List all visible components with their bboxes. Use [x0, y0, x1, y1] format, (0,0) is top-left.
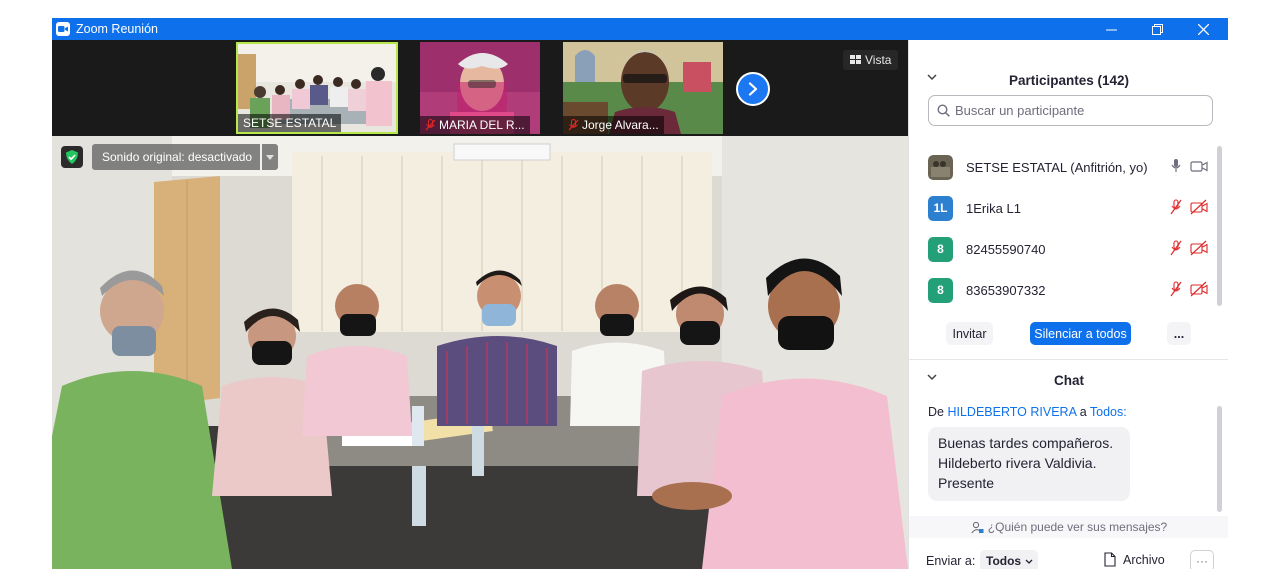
chat-more-button[interactable]: ··· — [1190, 550, 1214, 569]
send-to-dropdown[interactable]: Todos — [980, 550, 1038, 569]
muted-mic-icon[interactable] — [1169, 199, 1183, 215]
chat-title: Chat — [1054, 372, 1084, 388]
who-can-see-messages[interactable]: ¿Quién puede ver sus mensajes? — [909, 516, 1228, 538]
grid-view-icon — [850, 55, 861, 64]
avatar: 8 — [928, 277, 953, 303]
send-to-label: Enviar a: — [926, 554, 976, 568]
participants-title: Participantes (142) — [1008, 72, 1130, 88]
participant-row[interactable]: 8 82455590740 — [928, 236, 1208, 262]
search-placeholder: Buscar un participante — [955, 103, 1085, 118]
chat-message-line: Buenas tardes compañeros. — [938, 435, 1114, 451]
file-icon — [1104, 552, 1116, 567]
participant-name-text: Jorge Alvara... — [582, 118, 659, 132]
meeting-room-video-image — [52, 136, 908, 569]
avatar: 1L — [928, 195, 953, 221]
search-icon — [937, 104, 950, 117]
close-icon[interactable] — [1180, 18, 1226, 40]
participant-controls — [1169, 199, 1208, 215]
muted-mic-icon[interactable] — [1169, 240, 1183, 256]
file-button[interactable]: Archivo — [1104, 552, 1165, 567]
participant-search-input[interactable]: Buscar un participante — [928, 95, 1213, 126]
microphone-icon[interactable] — [1169, 158, 1183, 174]
minimize-icon[interactable] — [1088, 18, 1134, 40]
participant-row[interactable]: 8 83653907332 — [928, 277, 1208, 303]
participant-name: 83653907332 — [966, 282, 1046, 298]
thumbnail-strip: SETSE ESTATAL MARIA DEL R... Jorge Alvar… — [52, 40, 908, 136]
view-button[interactable]: Vista — [843, 50, 899, 70]
view-button-label: Vista — [865, 53, 892, 67]
chat-recipient: Todos: — [1089, 405, 1127, 419]
muted-mic-icon[interactable] — [1169, 281, 1183, 297]
thumbnail-name-label: SETSE ESTATAL — [238, 114, 342, 132]
participant-controls — [1169, 158, 1208, 174]
participant-name: 82455590740 — [966, 241, 1046, 257]
video-off-icon[interactable] — [1190, 240, 1208, 256]
chat-scrollbar[interactable] — [1217, 406, 1222, 512]
chevron-down-icon — [927, 374, 937, 381]
muted-mic-icon — [425, 119, 436, 131]
participant-name: SETSE ESTATAL (Anfitrión, yo) — [966, 159, 1148, 175]
thumbnail-name-label: Jorge Alvara... — [563, 116, 664, 134]
participant-controls — [1169, 281, 1208, 297]
title-bar: Zoom Reunión — [52, 18, 1228, 40]
thumbnail-maria[interactable]: MARIA DEL R... — [420, 42, 540, 134]
muted-mic-icon — [568, 119, 579, 131]
participant-name: 1Erika L1 — [966, 200, 1021, 216]
original-sound-label: Sonido original: desactivado — [102, 150, 253, 164]
avatar — [928, 154, 953, 180]
next-page-button[interactable] — [736, 72, 770, 106]
thumbnail-jorge[interactable]: Jorge Alvara... — [563, 42, 723, 134]
avatar: 8 — [928, 236, 953, 262]
original-sound-dropdown[interactable] — [262, 144, 278, 170]
caret-down-icon — [266, 154, 274, 160]
chat-message-meta: De HILDEBERTO RIVERA a Todos: — [928, 405, 1127, 419]
chevron-down-icon — [927, 74, 937, 81]
chat-to-word: a — [1079, 405, 1087, 419]
thumbnail-setse-estatal[interactable]: SETSE ESTATAL — [236, 42, 398, 134]
send-to-value: Todos — [986, 554, 1022, 568]
window-title: Zoom Reunión — [76, 22, 158, 36]
chat-sender-name[interactable]: HILDEBERTO RIVERA — [947, 405, 1076, 419]
chevron-down-icon — [1025, 559, 1033, 564]
person-lock-icon — [971, 521, 984, 533]
who-can-see-label: ¿Quién puede ver sus mensajes? — [987, 520, 1168, 534]
chat-header[interactable]: Chat — [909, 360, 1228, 400]
video-off-icon[interactable] — [1190, 281, 1208, 297]
chat-message-line: Hildeberto rivera Valdivia. — [938, 455, 1097, 471]
original-sound-button[interactable]: Sonido original: desactivado — [92, 144, 260, 170]
participant-row[interactable]: 1L 1Erika L1 — [928, 195, 1208, 221]
security-shield-icon[interactable] — [61, 146, 83, 168]
restore-icon[interactable] — [1134, 18, 1180, 40]
file-button-label: Archivo — [1123, 552, 1165, 567]
chevron-right-icon — [748, 82, 758, 96]
thumbnail-name-label: MARIA DEL R... — [420, 116, 530, 134]
video-area: SETSE ESTATAL MARIA DEL R... Jorge Alvar… — [52, 40, 908, 569]
zoom-window: Zoom Reunión SETSE ESTATAL MARIA DEL R..… — [52, 18, 1228, 569]
participant-row[interactable]: SETSE ESTATAL (Anfitrión, yo) — [928, 154, 1208, 180]
mute-all-button[interactable]: Silenciar a todos — [1030, 322, 1131, 345]
zoom-logo-icon — [56, 22, 70, 36]
video-off-icon[interactable] — [1190, 199, 1208, 215]
video-camera-icon[interactable] — [1190, 158, 1208, 174]
chat-from-prefix: De — [928, 405, 944, 419]
side-panel: Participantes (142) Buscar un participan… — [908, 40, 1228, 569]
chat-message-bubble: Buenas tardes compañeros. Hildeberto riv… — [928, 427, 1130, 501]
participants-header[interactable]: Participantes (142) — [909, 60, 1228, 100]
participant-name-text: SETSE ESTATAL — [243, 116, 337, 130]
participants-scrollbar[interactable] — [1217, 146, 1222, 306]
participant-controls — [1169, 240, 1208, 256]
participants-more-button[interactable]: ... — [1167, 322, 1191, 345]
participant-name-text: MARIA DEL R... — [439, 118, 525, 132]
chat-message-line: Presente — [938, 475, 995, 491]
invite-button[interactable]: Invitar — [946, 322, 993, 345]
active-speaker-video[interactable]: Sonido original: desactivado — [52, 136, 908, 569]
